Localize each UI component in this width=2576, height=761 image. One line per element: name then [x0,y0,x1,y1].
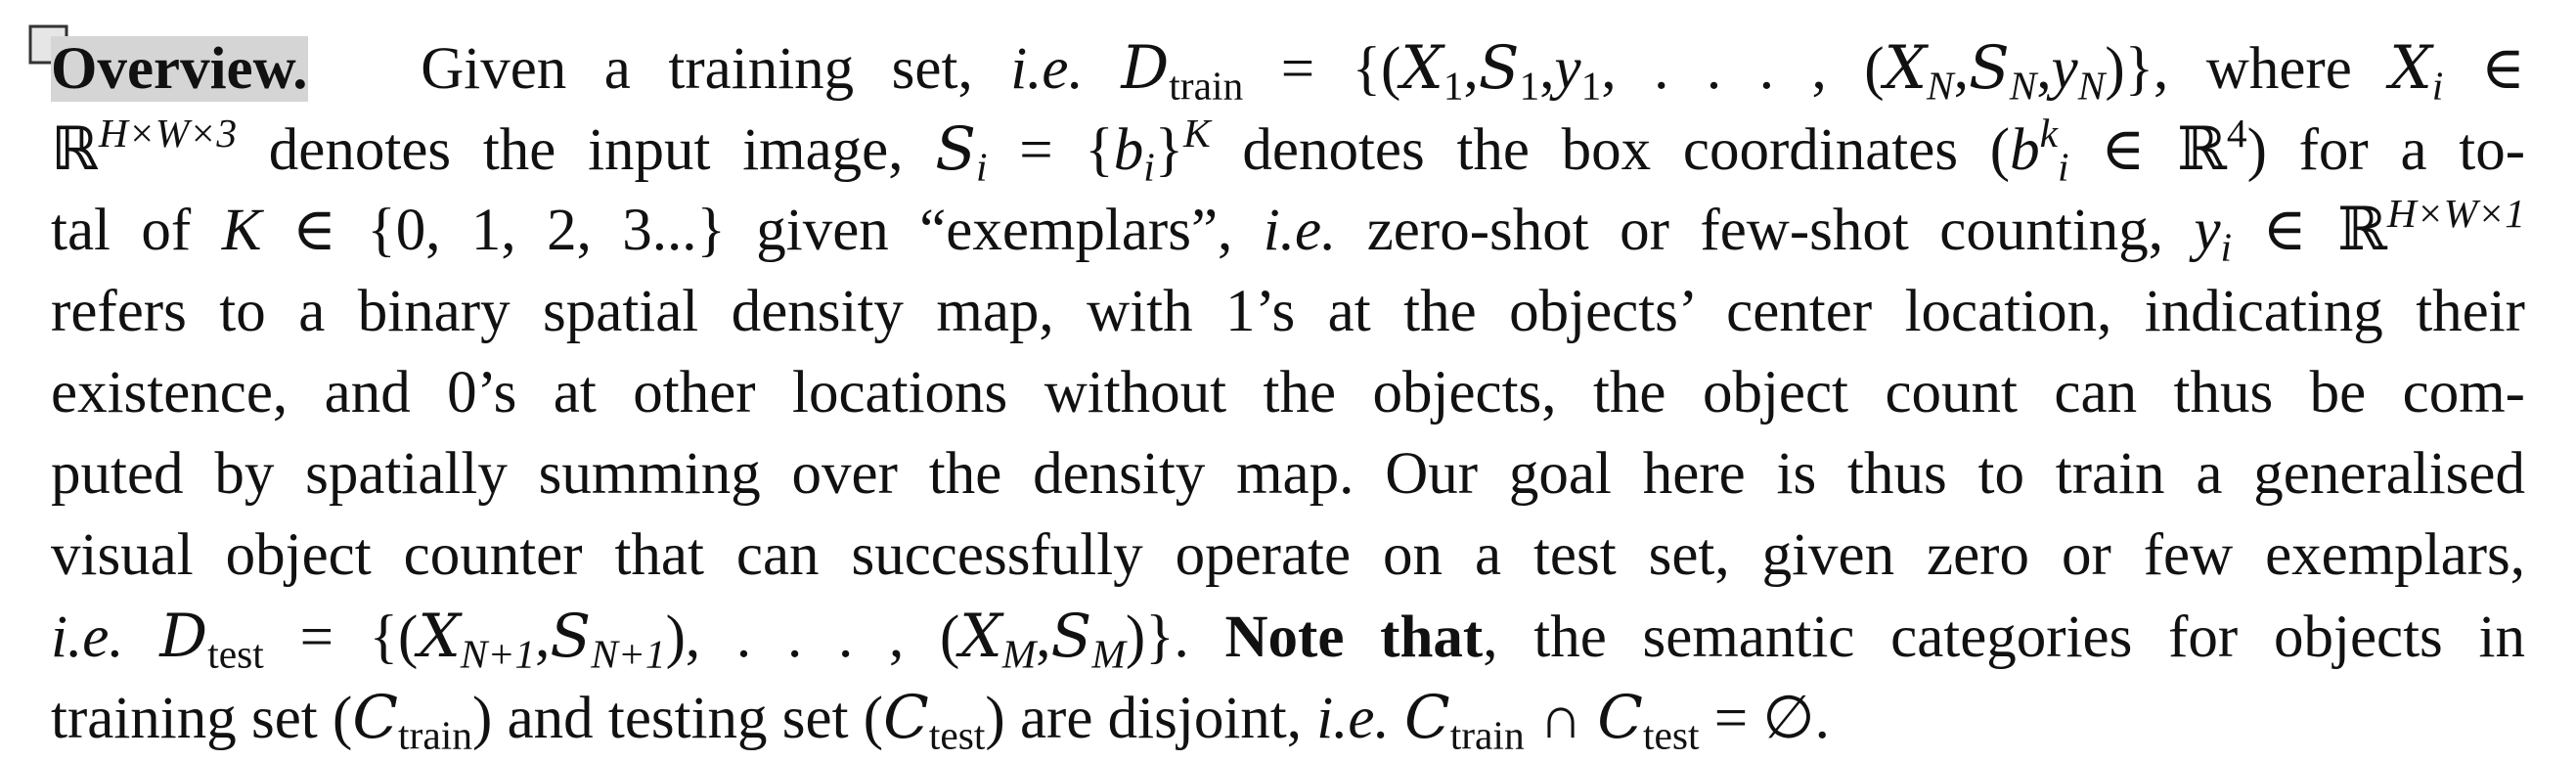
line-3: tal of K ∈ {0, 1, 2, 3...} given “exempl… [51,191,2526,270]
line-9: training set (Ctrain) and testing set (C… [51,683,1830,758]
line-6: puted by spatially summing over the dens… [51,441,2525,507]
line-2: ℝH×W×3 denotes the input image, Si = {bi… [51,111,2526,190]
line-7: visual object counter that can successfu… [51,522,2525,588]
heading-highlight: Overview. [51,36,308,102]
line-1: Overview. Given a training set, i.e. Dtr… [51,33,2526,109]
overview-paragraph: Overview. Given a training set, i.e. Dtr… [51,27,2525,758]
line-4: refers to a binary spatial density map, … [51,279,2525,344]
note-that-emphasis: Note that [1224,604,1484,670]
line-8: i.e. Dtest = {(XN+1,SN+1), . . . , (XM,S… [51,602,2526,677]
line-5: existence, and 0’s at other locations wi… [51,360,2525,425]
page: Overview. Given a training set, i.e. Dtr… [0,0,2576,761]
section-heading: Overview. [51,36,308,102]
